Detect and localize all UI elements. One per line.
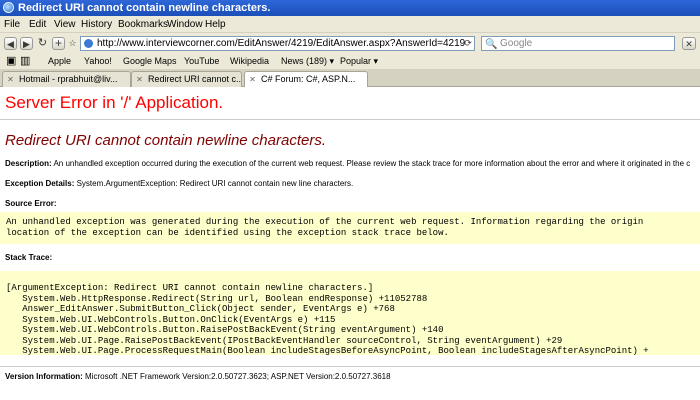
navigation-toolbar: ◀ ▶ + ↻ ☆ http://www.interviewcorner.com… xyxy=(0,33,700,54)
menu-bar: File Edit View History Bookmarks Window … xyxy=(0,16,700,33)
stack-trace-line: System.Web.UI.Page.RaisePostBackEvent(IP… xyxy=(6,335,563,346)
site-favicon-icon xyxy=(84,39,93,48)
menu-window[interactable]: Window xyxy=(167,16,203,33)
stack-trace-line: System.Web.UI.WebControls.Button.OnClick… xyxy=(6,314,336,325)
forward-icon[interactable]: ▶ xyxy=(20,37,33,50)
close-icon[interactable]: ✕ xyxy=(682,37,696,50)
menu-view[interactable]: View xyxy=(54,16,76,33)
source-error-row: Source Error: xyxy=(5,199,57,208)
tab-close-icon[interactable]: ✕ xyxy=(248,75,257,84)
description-row: Description: An unhandled exception occu… xyxy=(5,159,690,168)
bookmark-apple[interactable]: Apple xyxy=(48,54,71,69)
reload-icon[interactable]: ↻ xyxy=(36,37,49,50)
window-title: Redirect URI cannot contain newline char… xyxy=(18,2,271,14)
bookmarks-toggle-icon[interactable]: ▣ xyxy=(6,54,16,68)
bookmark-yahoo[interactable]: Yahoo! xyxy=(84,54,112,69)
stack-trace-label: Stack Trace: xyxy=(5,253,53,262)
error-title: Redirect URI cannot contain newline char… xyxy=(5,132,326,149)
heading-divider xyxy=(0,119,700,120)
bookmarks-bar: ▣ ▥ Apple Yahoo! Google Maps YouTube Wik… xyxy=(0,54,700,69)
stack-trace-line: System.Web.UI.Page.ProcessRequestMain(Bo… xyxy=(6,346,649,355)
version-text: Microsoft .NET Framework Version:2.0.507… xyxy=(85,372,391,381)
source-error-label: Source Error: xyxy=(5,199,57,208)
menu-edit[interactable]: Edit xyxy=(29,16,46,33)
tab-label: C# Forum: C#, ASP.N... xyxy=(261,74,356,84)
version-label: Version Information: xyxy=(5,372,83,381)
bookmark-star-icon[interactable]: ☆ xyxy=(66,37,79,50)
stack-trace-line: Answer_EditAnswer.SubmitButton_Click(Obj… xyxy=(6,304,395,314)
bookmark-google-maps[interactable]: Google Maps xyxy=(123,54,177,69)
menu-history[interactable]: History xyxy=(81,16,112,33)
tab-close-icon[interactable]: ✕ xyxy=(6,75,15,84)
reading-list-icon[interactable]: ▥ xyxy=(20,54,30,68)
exception-label: Exception Details: xyxy=(5,179,75,188)
source-error-line: An unhandled exception was generated dur… xyxy=(6,217,644,227)
new-tab-icon[interactable]: + xyxy=(52,37,65,50)
tab-hotmail[interactable]: ✕ Hotmail - rprabhuit@liv... xyxy=(2,71,131,87)
menu-help[interactable]: Help xyxy=(205,16,226,33)
stack-trace-line: System.Web.HttpResponse.Redirect(String … xyxy=(6,293,428,304)
menu-bookmarks[interactable]: Bookmarks xyxy=(118,16,168,33)
stack-trace-box: [ArgumentException: Redirect URI cannot … xyxy=(0,271,700,355)
bookmark-wikipedia[interactable]: Wikipedia xyxy=(230,54,269,69)
tab-redirect-error[interactable]: ✕ Redirect URI cannot c... xyxy=(131,71,242,87)
version-row: Version Information: Microsoft .NET Fram… xyxy=(5,372,391,381)
tab-label: Hotmail - rprabhuit@liv... xyxy=(19,74,118,84)
description-text: An unhandled exception occurred during t… xyxy=(53,159,691,168)
stack-trace-line: System.Web.UI.WebControls.Button.RaisePo… xyxy=(6,325,444,335)
rss-icon[interactable]: ⟳ xyxy=(463,38,473,48)
search-icon: 🔍 xyxy=(485,39,498,50)
window-title-bar: Redirect URI cannot contain newline char… xyxy=(0,0,700,16)
menu-file[interactable]: File xyxy=(4,16,20,33)
tab-csharp-forum[interactable]: ✕ C# Forum: C#, ASP.N... xyxy=(244,71,368,87)
tab-bar: ✕ Hotmail - rprabhuit@liv... ✕ Redirect … xyxy=(0,69,700,87)
stack-trace-line: [ArgumentException: Redirect URI cannot … xyxy=(6,283,374,293)
address-bar[interactable]: http://www.interviewcorner.com/EditAnswe… xyxy=(80,36,475,51)
server-error-heading: Server Error in '/' Application. xyxy=(5,93,224,112)
address-url: http://www.interviewcorner.com/EditAnswe… xyxy=(97,38,466,49)
exception-row: Exception Details: System.ArgumentExcept… xyxy=(5,179,353,188)
bookmark-news[interactable]: News (189) ▾ xyxy=(281,54,334,69)
bookmark-popular[interactable]: Popular ▾ xyxy=(340,54,378,69)
page-content: Server Error in '/' Application. Redirec… xyxy=(0,87,700,400)
stack-trace-row: Stack Trace: xyxy=(5,253,52,262)
tab-label: Redirect URI cannot c... xyxy=(148,74,242,84)
source-error-box: An unhandled exception was generated dur… xyxy=(0,212,700,244)
search-placeholder: Google xyxy=(500,38,533,49)
footer-divider xyxy=(0,366,700,367)
tab-close-icon[interactable]: ✕ xyxy=(135,75,144,84)
search-input[interactable]: 🔍 Google xyxy=(481,36,675,51)
browser-app-icon xyxy=(3,2,14,13)
source-error-line: location of the exception can be identif… xyxy=(6,228,449,238)
exception-text: System.ArgumentException: Redirect URI c… xyxy=(76,179,354,188)
bookmark-youtube[interactable]: YouTube xyxy=(184,54,219,69)
back-icon[interactable]: ◀ xyxy=(4,37,17,50)
description-label: Description: xyxy=(5,159,52,168)
